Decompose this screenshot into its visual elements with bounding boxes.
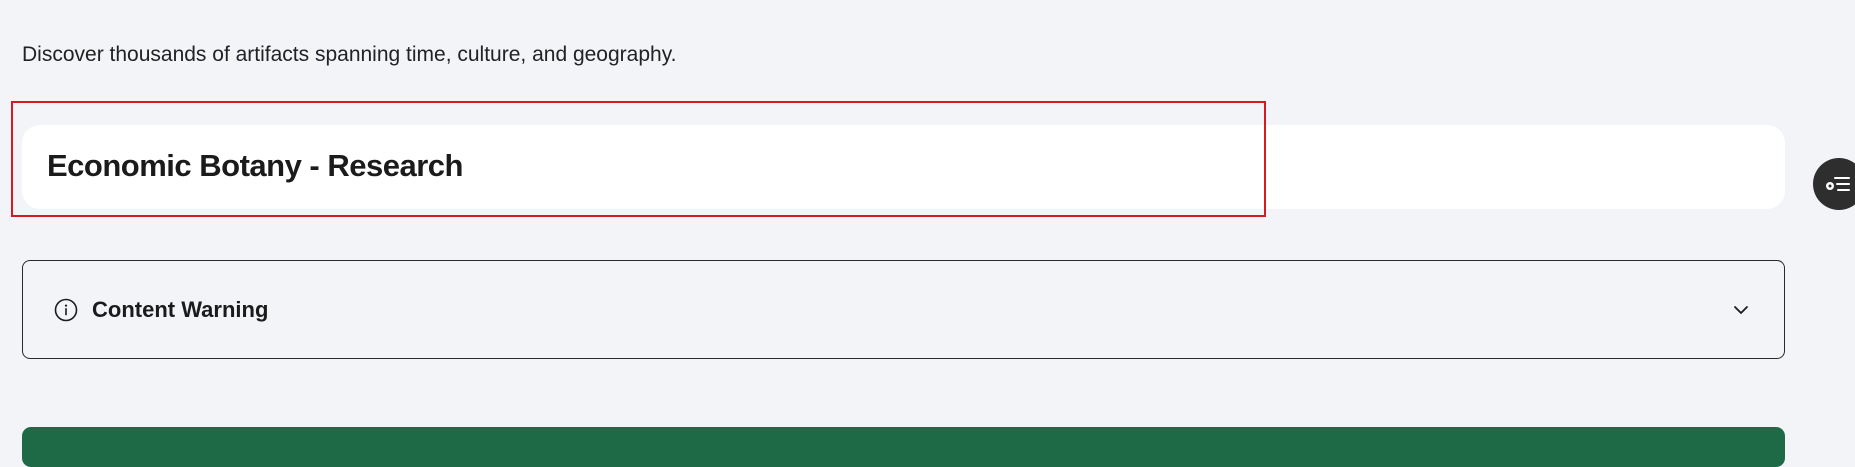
- page-title: Economic Botany - Research: [47, 148, 463, 183]
- content-warning-accordion[interactable]: Content Warning: [22, 260, 1785, 359]
- content-warning-label: Content Warning: [92, 297, 269, 322]
- info-circle-icon: [54, 298, 78, 322]
- floating-list-settings-button[interactable]: [1813, 158, 1855, 210]
- list-settings-icon: [1826, 177, 1850, 191]
- chevron-down-icon[interactable]: [1732, 301, 1750, 319]
- primary-action-bar[interactable]: [22, 427, 1785, 467]
- intro-text: Discover thousands of artifacts spanning…: [22, 43, 677, 66]
- title-card: Economic Botany - Research: [22, 125, 1785, 209]
